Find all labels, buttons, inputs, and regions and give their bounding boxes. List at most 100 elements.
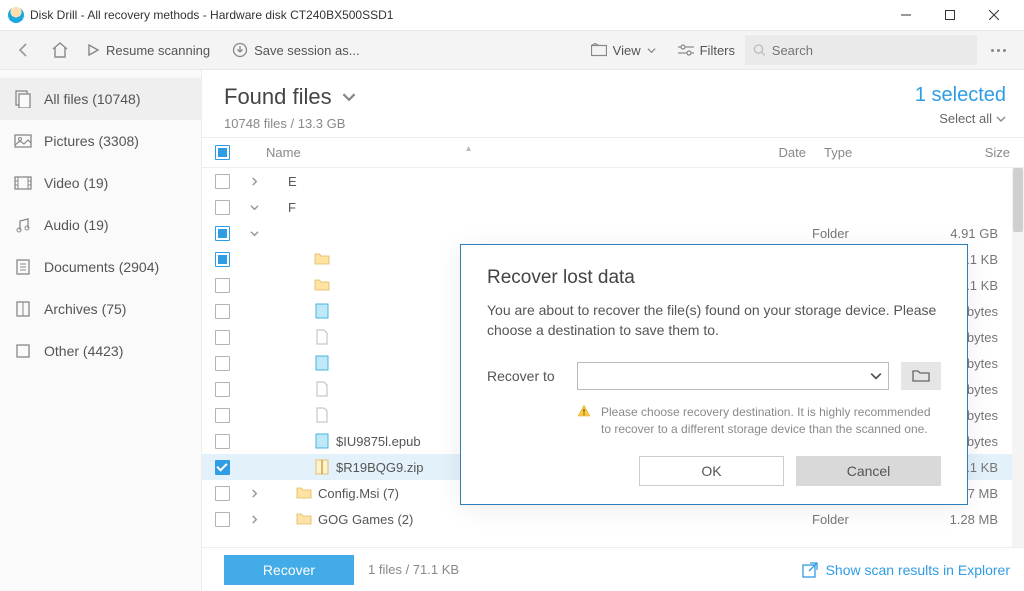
select-all-checkbox[interactable]: [215, 145, 230, 160]
sidebar-item-pictures[interactable]: Pictures (3308): [0, 120, 201, 162]
resume-scanning-button[interactable]: Resume scanning: [80, 34, 216, 66]
footer: Recover 1 files / 71.1 KB Show scan resu…: [202, 547, 1024, 591]
video-icon: [14, 174, 32, 192]
chevron-down-icon: [996, 114, 1006, 124]
vertical-scrollbar[interactable]: [1012, 168, 1024, 547]
expand-toggle[interactable]: [242, 489, 266, 498]
page-title[interactable]: Found files: [224, 84, 915, 110]
row-checkbox[interactable]: [215, 382, 230, 397]
column-date[interactable]: Date: [676, 145, 816, 160]
other-icon: [14, 342, 32, 360]
sidebar-item-all-files[interactable]: All files (10748): [0, 78, 201, 120]
file-type: Folder: [804, 512, 920, 527]
row-checkbox[interactable]: [215, 486, 230, 501]
blank-icon: [266, 199, 282, 215]
zip-icon: [314, 459, 330, 475]
file-size: 1.28 MB: [920, 512, 1012, 527]
scrollbar-thumb[interactable]: [1013, 168, 1023, 232]
expand-toggle[interactable]: [242, 229, 266, 238]
file-icon: [314, 381, 330, 397]
file-icon: [314, 329, 330, 345]
row-checkbox[interactable]: [215, 330, 230, 345]
close-button[interactable]: [972, 0, 1016, 30]
table-row[interactable]: GOG Games (2) Folder1.28 MB: [202, 506, 1012, 532]
column-size[interactable]: Size: [932, 145, 1024, 160]
table-row[interactable]: F: [202, 194, 1012, 220]
expand-toggle[interactable]: [242, 203, 266, 212]
home-button[interactable]: [44, 34, 76, 66]
sidebar-item-label: All files (10748): [44, 91, 141, 107]
table-header: Name ▴ Date Type Size: [202, 138, 1024, 168]
recover-button[interactable]: Recover: [224, 555, 354, 585]
show-in-explorer-link[interactable]: Show scan results in Explorer: [802, 562, 1010, 578]
pictures-icon: [14, 132, 32, 150]
sidebar: All files (10748) Pictures (3308) Video …: [0, 70, 202, 591]
audio-icon: [14, 216, 32, 234]
expand-toggle[interactable]: [242, 515, 266, 524]
table-row[interactable]: E: [202, 168, 1012, 194]
warning-text: Please choose recovery destination. It i…: [601, 404, 941, 438]
row-checkbox[interactable]: [215, 434, 230, 449]
folder-icon: [314, 277, 330, 293]
search-input[interactable]: [772, 43, 969, 58]
filters-label: Filters: [700, 43, 735, 58]
row-checkbox[interactable]: [215, 408, 230, 423]
footer-info: 1 files / 71.1 KB: [368, 562, 459, 577]
row-checkbox[interactable]: [215, 512, 230, 527]
view-dropdown[interactable]: View: [585, 34, 662, 66]
sidebar-item-documents[interactable]: Documents (2904): [0, 246, 201, 288]
sidebar-item-other[interactable]: Other (4423): [0, 330, 201, 372]
blank-icon: [296, 225, 312, 241]
sidebar-item-label: Audio (19): [44, 217, 109, 233]
search-box[interactable]: [745, 35, 977, 65]
file-size: 4.91 GB: [920, 226, 1012, 241]
epub-icon: [314, 355, 330, 371]
sidebar-item-label: Video (19): [44, 175, 108, 191]
row-checkbox[interactable]: [215, 460, 230, 475]
folder-icon: [296, 511, 312, 527]
minimize-button[interactable]: [884, 0, 928, 30]
row-checkbox[interactable]: [215, 304, 230, 319]
expand-toggle[interactable]: [242, 177, 266, 186]
table-row[interactable]: Folder4.91 GB: [202, 220, 1012, 246]
ok-button[interactable]: OK: [639, 456, 784, 486]
content: Found files 10748 files / 13.3 GB 1 sele…: [202, 70, 1024, 591]
filters-button[interactable]: Filters: [672, 34, 741, 66]
titlebar: Disk Drill - All recovery methods - Hard…: [0, 0, 1024, 30]
blank-icon: [266, 173, 282, 189]
warning-icon: [577, 404, 591, 418]
dialog-title: Recover lost data: [487, 267, 941, 289]
toolbar: Resume scanning Save session as... View …: [0, 30, 1024, 70]
row-checkbox[interactable]: [215, 356, 230, 371]
documents-icon: [14, 258, 32, 276]
row-checkbox[interactable]: [215, 200, 230, 215]
save-session-button[interactable]: Save session as...: [226, 34, 366, 66]
archives-icon: [14, 300, 32, 318]
select-all-button[interactable]: Select all: [915, 111, 1006, 126]
sidebar-item-video[interactable]: Video (19): [0, 162, 201, 204]
browse-button[interactable]: [901, 362, 941, 390]
maximize-button[interactable]: [928, 0, 972, 30]
row-checkbox[interactable]: [215, 226, 230, 241]
sidebar-item-audio[interactable]: Audio (19): [0, 204, 201, 246]
view-label: View: [613, 43, 641, 58]
sidebar-item-archives[interactable]: Archives (75): [0, 288, 201, 330]
file-name: GOG Games (2): [318, 512, 413, 527]
column-name[interactable]: Name ▴: [266, 145, 676, 160]
column-type[interactable]: Type: [816, 145, 932, 160]
file-name: F: [288, 200, 296, 215]
destination-select[interactable]: [577, 362, 889, 390]
sidebar-item-label: Pictures (3308): [44, 133, 139, 149]
file-name: $IU9875l.epub: [336, 434, 421, 449]
row-checkbox[interactable]: [215, 174, 230, 189]
sidebar-item-label: Other (4423): [44, 343, 123, 359]
back-button[interactable]: [8, 34, 40, 66]
cancel-button[interactable]: Cancel: [796, 456, 941, 486]
folder-icon: [296, 485, 312, 501]
row-checkbox[interactable]: [215, 252, 230, 267]
sidebar-item-label: Archives (75): [44, 301, 126, 317]
more-button[interactable]: [981, 49, 1016, 52]
dialog-text: You are about to recover the file(s) fou…: [487, 301, 941, 340]
resume-label: Resume scanning: [106, 43, 210, 58]
row-checkbox[interactable]: [215, 278, 230, 293]
